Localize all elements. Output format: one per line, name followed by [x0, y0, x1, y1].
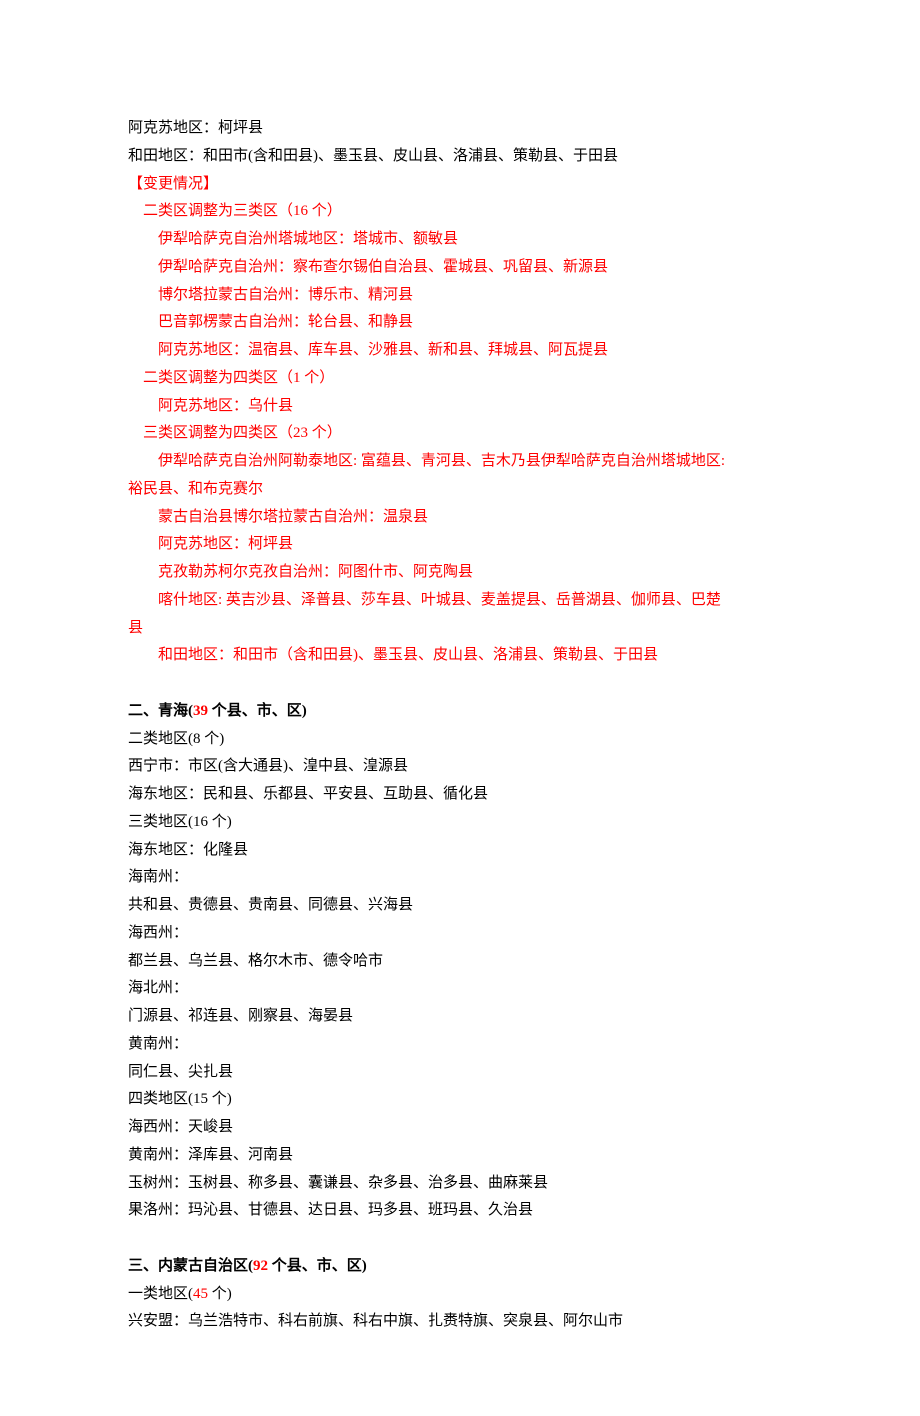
text-line: 伊犁哈萨克自治州：察布查尔锡伯自治县、霍城县、巩留县、新源县 — [128, 254, 802, 282]
text-span: 个) — [208, 1286, 232, 1302]
text-line: 阿克苏地区：柯坪县 — [128, 115, 802, 143]
text-line: 一类地区(45 个) — [128, 1281, 802, 1309]
text-line: 巴音郭楞蒙古自治州：轮台县、和静县 — [128, 309, 802, 337]
text-line: 蒙古自治县博尔塔拉蒙古自治州：温泉县 — [128, 504, 802, 532]
text-span: 一类地区( — [128, 1286, 193, 1302]
text-span: 三、内蒙古自治区( — [128, 1258, 253, 1274]
text-span: 个县、市、区) — [208, 703, 307, 719]
text-line: 二类区调整为三类区（16 个） — [128, 198, 802, 226]
text-line: 西宁市：市区(含大通县)、湟中县、湟源县 — [128, 753, 802, 781]
text-line: 海西州：天峻县 — [128, 1114, 802, 1142]
text-line: 三、内蒙古自治区(92 个县、市、区) — [128, 1253, 802, 1281]
text-line: 四类地区(15 个) — [128, 1086, 802, 1114]
text-line: 海东地区：民和县、乐都县、平安县、互助县、循化县 — [128, 781, 802, 809]
text-line: 阿克苏地区：柯坪县 — [128, 531, 802, 559]
text-line: 三类区调整为四类区（23 个） — [128, 420, 802, 448]
text-line: 黄南州：泽库县、河南县 — [128, 1142, 802, 1170]
text-span: 39 — [193, 703, 208, 719]
text-line: 喀什地区: 英吉沙县、泽普县、莎车县、叶城县、麦盖提县、岳普湖县、伽师县、巴楚 — [128, 587, 802, 615]
text-line: 共和县、贵德县、贵南县、同德县、兴海县 — [128, 892, 802, 920]
text-line: 二类区调整为四类区（1 个） — [128, 365, 802, 393]
text-line: 伊犁哈萨克自治州塔城地区：塔城市、额敏县 — [128, 226, 802, 254]
blank-line — [128, 1225, 802, 1253]
text-line: 黄南州： — [128, 1031, 802, 1059]
text-line: 兴安盟：乌兰浩特市、科右前旗、科右中旗、扎赉特旗、突泉县、阿尔山市 — [128, 1308, 802, 1336]
text-span: 92 — [253, 1258, 268, 1274]
text-line: 同仁县、尖扎县 — [128, 1059, 802, 1087]
text-line: 二、青海(39 个县、市、区) — [128, 698, 802, 726]
text-line: 阿克苏地区：温宿县、库车县、沙雅县、新和县、拜城县、阿瓦提县 — [128, 337, 802, 365]
text-line: 海西州： — [128, 920, 802, 948]
text-line: 阿克苏地区：乌什县 — [128, 393, 802, 421]
text-span: 二、青海( — [128, 703, 193, 719]
text-span: 个县、市、区) — [268, 1258, 367, 1274]
text-line: 裕民县、和布克赛尔 — [128, 476, 802, 504]
text-line: 海东地区：化隆县 — [128, 837, 802, 865]
text-line: 门源县、祁连县、刚察县、海晏县 — [128, 1003, 802, 1031]
text-line: 三类地区(16 个) — [128, 809, 802, 837]
text-span: 45 — [193, 1286, 208, 1302]
text-line: 二类地区(8 个) — [128, 726, 802, 754]
text-line: 【变更情况】 — [128, 171, 802, 199]
text-line: 海北州： — [128, 975, 802, 1003]
text-line: 伊犁哈萨克自治州阿勒泰地区: 富蕴县、青河县、吉木乃县伊犁哈萨克自治州塔城地区: — [128, 448, 802, 476]
text-line: 都兰县、乌兰县、格尔木市、德令哈市 — [128, 948, 802, 976]
text-line: 果洛州：玛沁县、甘德县、达日县、玛多县、班玛县、久治县 — [128, 1197, 802, 1225]
text-line: 博尔塔拉蒙古自治州：博乐市、精河县 — [128, 282, 802, 310]
text-line: 县 — [128, 615, 802, 643]
text-line: 和田地区：和田市(含和田县)、墨玉县、皮山县、洛浦县、策勒县、于田县 — [128, 143, 802, 171]
text-line: 和田地区：和田市（含和田县)、墨玉县、皮山县、洛浦县、策勒县、于田县 — [128, 642, 802, 670]
text-line: 海南州： — [128, 864, 802, 892]
blank-line — [128, 670, 802, 698]
text-line: 克孜勒苏柯尔克孜自治州：阿图什市、阿克陶县 — [128, 559, 802, 587]
text-line: 玉树州：玉树县、称多县、囊谦县、杂多县、治多县、曲麻莱县 — [128, 1170, 802, 1198]
